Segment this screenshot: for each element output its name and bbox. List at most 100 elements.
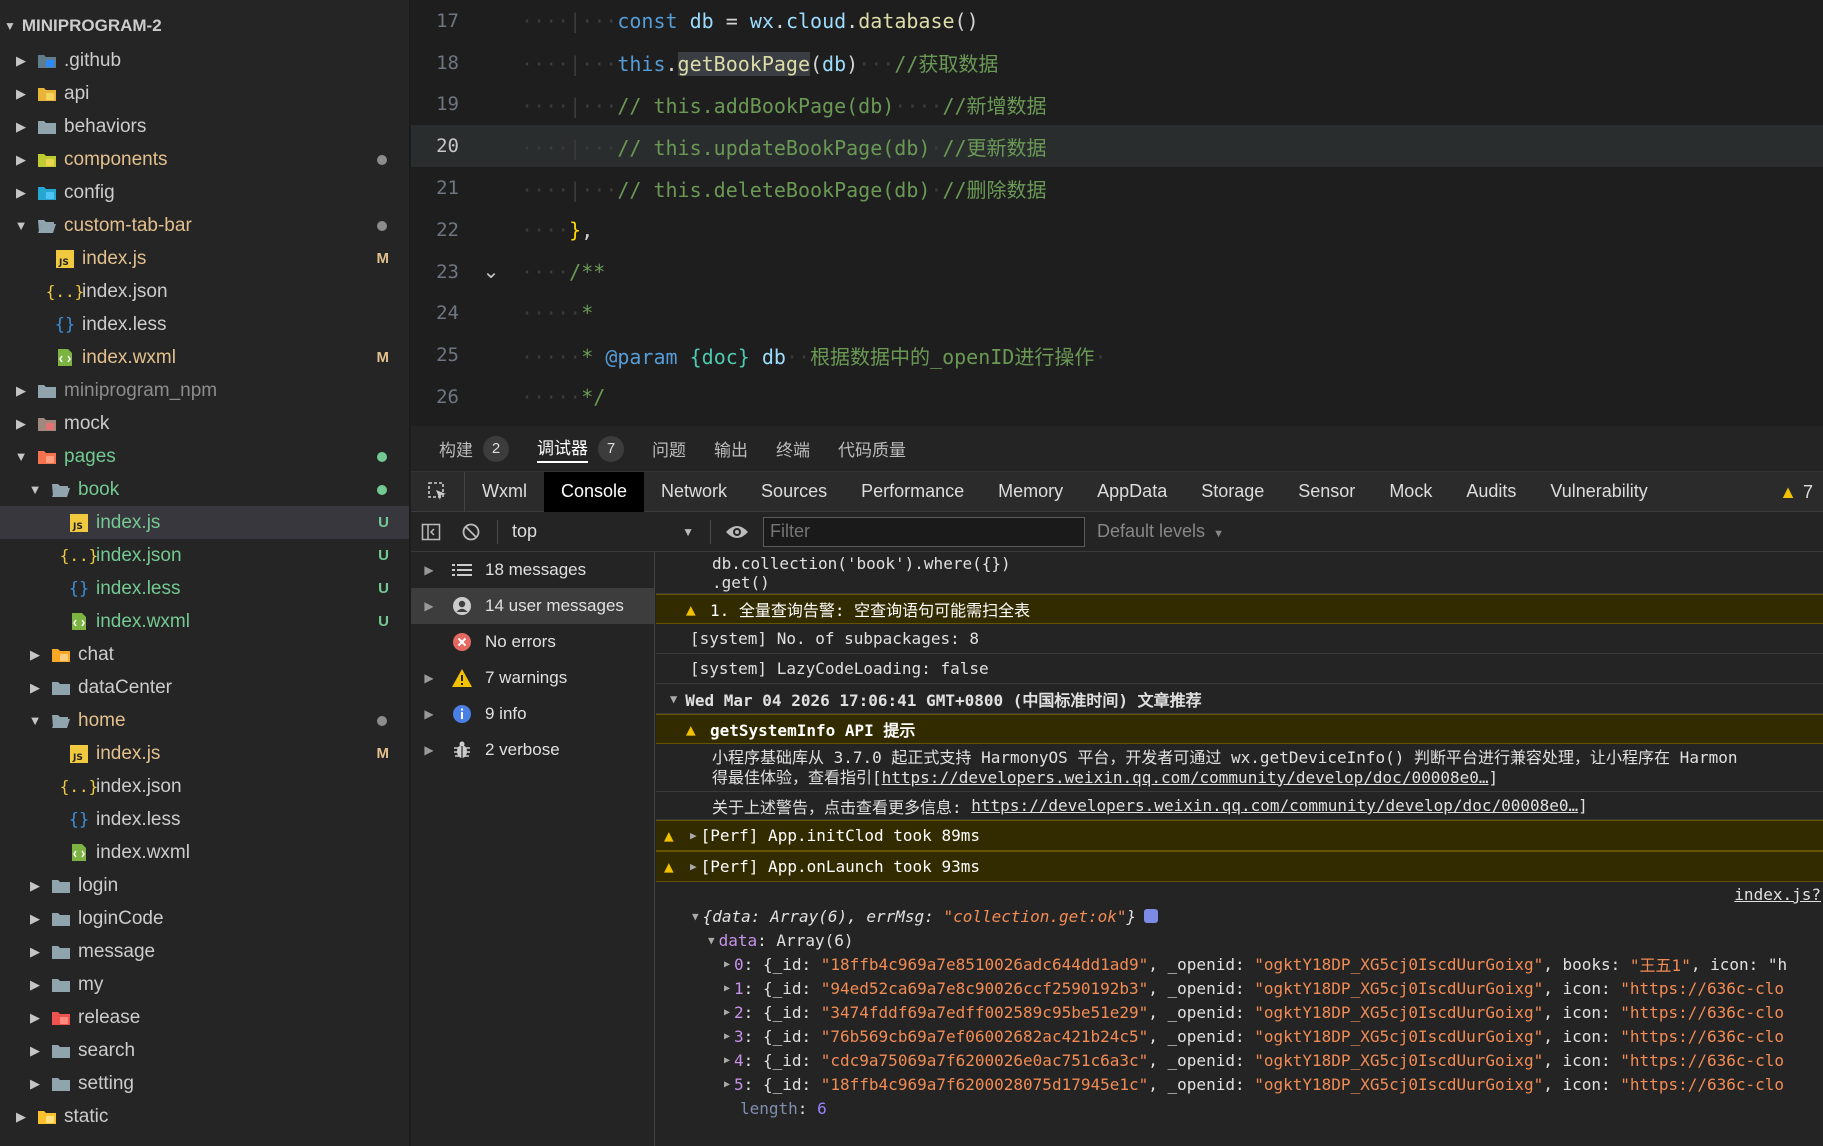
console-filter-item[interactable]: No errors <box>411 624 654 660</box>
code-line[interactable]: 17 ····|···const db = wx.cloud.database() <box>411 0 1823 42</box>
console-filter-item[interactable]: ▶ 7 warnings <box>411 660 654 696</box>
project-name: MINIPROGRAM-2 <box>21 16 162 35</box>
folder-item[interactable]: ▶ components <box>0 143 409 176</box>
folder-item[interactable]: ▼ pages <box>0 440 409 473</box>
devtools-tab[interactable]: Performance <box>844 472 981 512</box>
folder-item[interactable]: ▶ login <box>0 869 409 902</box>
console-filter-item[interactable]: ▶ 14 user messages <box>411 588 654 624</box>
panel-tab[interactable]: 代码质量 <box>838 436 906 461</box>
file-item[interactable]: JS index.js M <box>0 242 409 275</box>
code-line[interactable]: 18 ····|···this.getBookPage(db)···//获取数据 <box>411 42 1823 84</box>
inspect-element-button[interactable] <box>411 471 465 512</box>
devtools-tab[interactable]: Wxml <box>465 472 544 512</box>
log-entry: db.collection('book').where({}) .get() <box>656 552 1823 594</box>
array-item-row[interactable]: ▶ 5: {_id: "18ffb4c969a7f6200028075d17945… <box>656 1072 1823 1096</box>
code-line[interactable]: 20 ····|···// this.updateBookPage(db)·//更… <box>411 125 1823 168</box>
code-line[interactable]: 26 ·····*/ <box>411 376 1823 418</box>
source-link[interactable]: index.js? <box>1734 885 1821 904</box>
folder-item[interactable]: ▶ setting <box>0 1067 409 1100</box>
code-line[interactable]: 22 ····}, <box>411 209 1823 251</box>
devtools-tab[interactable]: Memory <box>981 472 1080 512</box>
clear-console-button[interactable] <box>451 512 491 552</box>
file-item[interactable]: {} index.less U <box>0 572 409 605</box>
console-filter-item[interactable]: ▶ 9 info <box>411 696 654 732</box>
folder-item[interactable]: ▶ my <box>0 968 409 1001</box>
perf-warning-entry[interactable]: ▲ ▶ [Perf] App.onLaunch took 93ms <box>656 851 1823 882</box>
code-line[interactable]: 25 ·····* @param {doc} db··根据数据中的_openID进… <box>411 334 1823 376</box>
log-levels-dropdown[interactable]: Default levels ▼ <box>1097 521 1224 542</box>
folder-item[interactable]: ▼ book <box>0 473 409 506</box>
file-item[interactable]: JS index.js U <box>0 506 409 539</box>
more-info-link[interactable]: https://developers.weixin.qq.com/communi… <box>971 796 1578 815</box>
array-item-row[interactable]: ▶ 4: {_id: "cdc9a75069a7f6200026e0ac751c6… <box>656 1048 1823 1072</box>
folder-item[interactable]: ▶ chat <box>0 638 409 671</box>
file-item[interactable]: JS index.js M <box>0 737 409 770</box>
devtools-tab[interactable]: Storage <box>1184 472 1281 512</box>
live-expression-button[interactable] <box>717 512 757 552</box>
console-filter-item[interactable]: ▶ 18 messages <box>411 552 654 588</box>
folder-item[interactable]: ▶ dataCenter <box>0 671 409 704</box>
panel-tab[interactable]: 终端 <box>776 436 810 461</box>
warning-counter[interactable]: ▲ 7 <box>1779 472 1813 512</box>
code-token: cloud <box>785 8 847 33</box>
data-array-row[interactable]: ▼ data: Array(6) <box>656 928 1823 952</box>
guide-link[interactable]: https://developers.weixin.qq.com/communi… <box>882 768 1489 787</box>
array-item-row[interactable]: ▶ 2: {_id: "3474fddf69a7edff002589c95be51… <box>656 1000 1823 1024</box>
folder-item[interactable]: ▶ config <box>0 176 409 209</box>
code-content: ····}, <box>521 218 593 242</box>
panel-tab[interactable]: 调试器 7 <box>537 434 624 463</box>
folder-item[interactable]: ▼ home <box>0 704 409 737</box>
array-item-row[interactable]: ▶ 0: {_id: "18ffb4c969a7e8510026adc644dd1… <box>656 952 1823 976</box>
code-line[interactable]: 19 ····|···// this.addBookPage(db)····//新… <box>411 84 1823 126</box>
log-text: db.collection('book').where({}) <box>712 553 1011 573</box>
console-filter-item[interactable]: ▶ 2 verbose <box>411 732 654 768</box>
file-item[interactable]: {} index.less <box>0 803 409 836</box>
fold-chevron-icon[interactable]: ⌄ <box>461 259 521 284</box>
code-editor[interactable]: 17 ····|···const db = wx.cloud.database()… <box>411 0 1823 426</box>
panel-tab[interactable]: 问题 <box>652 436 686 461</box>
folder-item[interactable]: ▶ api <box>0 77 409 110</box>
folder-item[interactable]: ▶ message <box>0 935 409 968</box>
perf-warning-entry[interactable]: ▲ ▶ [Perf] App.initClod took 89ms <box>656 820 1823 851</box>
console-filter-label: No errors <box>485 632 556 651</box>
folder-item[interactable]: ▼ custom-tab-bar <box>0 209 409 242</box>
toggle-sidebar-button[interactable] <box>411 512 451 552</box>
code-line[interactable]: 24 ·····* <box>411 293 1823 335</box>
file-item[interactable]: index.wxml <box>0 836 409 869</box>
devtools-tab[interactable]: Console <box>543 471 645 512</box>
object-root[interactable]: ▼ {data: Array(6), errMsg: "collection.g… <box>656 904 1823 928</box>
array-item-row[interactable]: ▶ 1: {_id: "94ed52ca69a7e8c90026ccf259019… <box>656 976 1823 1000</box>
context-select[interactable]: top ▼ <box>504 521 704 542</box>
folder-item[interactable]: ▶ behaviors <box>0 110 409 143</box>
devtools-tab[interactable]: Network <box>644 472 744 512</box>
file-item[interactable]: {} index.less <box>0 308 409 341</box>
code-line[interactable]: 21 ····|···// this.deleteBookPage(db)·//删… <box>411 167 1823 209</box>
devtools-tab[interactable]: AppData <box>1080 472 1184 512</box>
folder-item[interactable]: ▶ static <box>0 1100 409 1133</box>
array-item-row[interactable]: ▶ 3: {_id: "76b569cb69a7ef06002682ac421b2… <box>656 1024 1823 1048</box>
devtools-tab[interactable]: Audits <box>1449 472 1533 512</box>
file-item[interactable]: {..} index.json <box>0 275 409 308</box>
folder-item[interactable]: ▶ mock <box>0 407 409 440</box>
file-item[interactable]: {..} index.json <box>0 770 409 803</box>
caret-right-icon: ▶ <box>724 1078 731 1090</box>
code-line[interactable]: 23 ⌄ ····/** <box>411 251 1823 293</box>
panel-tab[interactable]: 构建 2 <box>439 435 509 462</box>
devtools-tab[interactable]: Sources <box>744 472 844 512</box>
file-item[interactable]: {..} index.json U <box>0 539 409 572</box>
file-item[interactable]: index.wxml M <box>0 341 409 374</box>
devtools-tab[interactable]: Mock <box>1372 472 1449 512</box>
explorer-project-header[interactable]: ▼ MINIPROGRAM-2 <box>0 8 409 44</box>
folder-item[interactable]: ▶ miniprogram_npm <box>0 374 409 407</box>
folder-item[interactable]: ▶ search <box>0 1034 409 1067</box>
log-group-header[interactable]: ▼ Wed Mar 04 2026 17:06:41 GMT+0800 (中国标… <box>656 684 1823 714</box>
devtools-tab[interactable]: Vulnerability <box>1533 472 1664 512</box>
console-filter-input[interactable] <box>763 516 1085 547</box>
object-value: "https://636c-clo <box>1620 1050 1785 1070</box>
devtools-tab[interactable]: Sensor <box>1281 472 1372 512</box>
folder-item[interactable]: ▶ loginCode <box>0 902 409 935</box>
panel-tab[interactable]: 输出 <box>714 436 748 461</box>
folder-item[interactable]: ▶ .github <box>0 44 409 77</box>
folder-item[interactable]: ▶ release <box>0 1001 409 1034</box>
file-item[interactable]: index.wxml U <box>0 605 409 638</box>
